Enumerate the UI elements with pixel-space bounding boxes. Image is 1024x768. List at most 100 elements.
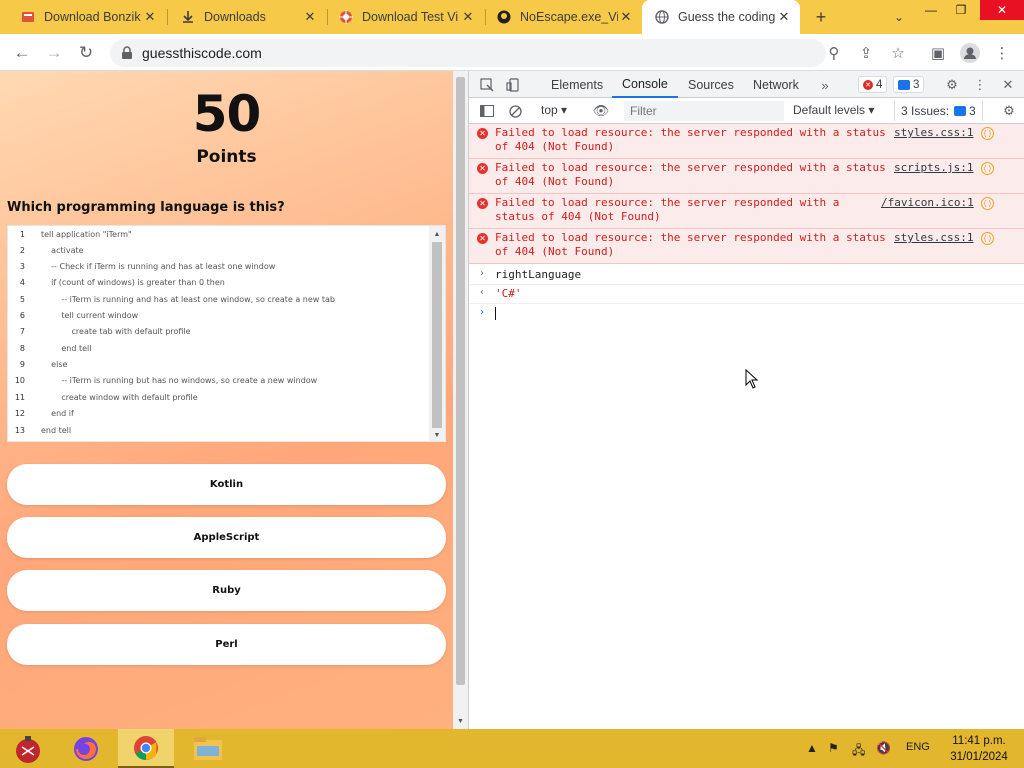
message-count-badge[interactable]: 3 bbox=[893, 76, 925, 93]
devtools-tab-console[interactable]: Console bbox=[612, 71, 678, 98]
browser-tab[interactable]: Downloads ✕ bbox=[168, 0, 326, 34]
devtools-tab-network[interactable]: Network bbox=[743, 71, 809, 98]
tab-title: Downloads bbox=[204, 10, 266, 24]
code-line: 8 end tell bbox=[19, 344, 92, 353]
code-line: 7 create tab with default profile bbox=[19, 327, 191, 336]
issues-button[interactable]: 3 Issues: 3 bbox=[894, 101, 983, 121]
menu-kebab-icon[interactable]: ⋮ bbox=[988, 39, 1016, 67]
minimize-button[interactable]: — bbox=[916, 0, 946, 20]
result-arrow-icon: ‹ bbox=[479, 287, 486, 298]
sidebar-toggle-icon[interactable] bbox=[477, 101, 497, 121]
show-hidden-icons-icon[interactable]: ▲ bbox=[806, 741, 818, 755]
console-prompt-row[interactable]: › bbox=[469, 305, 1024, 324]
answer-button-kotlin[interactable]: Kotlin bbox=[7, 464, 446, 505]
devtools-tab-elements[interactable]: Elements bbox=[541, 71, 613, 98]
close-tab-icon[interactable]: ✕ bbox=[618, 9, 634, 25]
code-line: 2 activate bbox=[19, 246, 84, 255]
error-icon: ✕ bbox=[477, 198, 488, 209]
scroll-down-arrow-icon[interactable]: ▼ bbox=[429, 428, 445, 441]
console-settings-gear-icon[interactable]: ⚙ bbox=[999, 101, 1019, 121]
lock-icon bbox=[122, 46, 132, 59]
code-scrollbar[interactable]: ▲ ▼ bbox=[429, 226, 445, 441]
close-tab-icon[interactable]: ✕ bbox=[460, 9, 476, 25]
devtools-tab-sources[interactable]: Sources bbox=[678, 71, 744, 98]
url-text: guessthiscode.com bbox=[142, 45, 262, 61]
tab-title: NoEscape.exe_Vi bbox=[520, 10, 618, 24]
action-center-flag-icon[interactable]: ⚑ bbox=[828, 741, 839, 755]
error-count-badge[interactable]: ✕ 4 bbox=[858, 76, 888, 93]
tab-title: Download Test Vi bbox=[362, 10, 459, 24]
browser-tab-active[interactable]: Guess the coding ✕ bbox=[642, 0, 800, 34]
answer-button-applescript[interactable]: AppleScript bbox=[7, 517, 446, 558]
reload-button[interactable]: ↻ bbox=[72, 39, 100, 67]
score-label: Points bbox=[196, 147, 257, 167]
scroll-up-arrow-icon[interactable]: ▲ bbox=[429, 227, 445, 241]
code-snippet[interactable]: 1 tell application "iTerm" 2 activate 3 -… bbox=[7, 225, 446, 442]
clear-console-icon[interactable] bbox=[505, 101, 525, 121]
firefox-app-icon[interactable] bbox=[58, 729, 114, 768]
volume-muted-icon[interactable]: 🔇 bbox=[876, 741, 891, 755]
console-error-row: ✕ Failed to load resource: the server re… bbox=[469, 194, 1024, 229]
back-button[interactable]: ← bbox=[8, 39, 36, 67]
bookmark-star-icon[interactable]: ☆ bbox=[884, 39, 912, 67]
question-heading: Which programming language is this? bbox=[7, 200, 285, 215]
close-tab-icon[interactable]: ✕ bbox=[142, 9, 158, 25]
profile-avatar[interactable] bbox=[956, 39, 984, 67]
browser-tab[interactable]: Download Bonzik ✕ bbox=[8, 0, 166, 34]
error-source-link[interactable]: styles.css:1 bbox=[894, 126, 973, 140]
answer-button-ruby[interactable]: Ruby bbox=[7, 570, 446, 611]
clock-date: 31/01/2024 bbox=[950, 751, 1008, 763]
error-source-link[interactable]: scripts.js:1 bbox=[894, 161, 973, 175]
scrollbar-thumb[interactable] bbox=[456, 77, 465, 685]
code-line: 5 -- iTerm is running and has at least o… bbox=[19, 295, 335, 304]
window-close-button[interactable]: ✕ bbox=[980, 0, 1024, 20]
console-error-row: ✕ Failed to load resource: the server re… bbox=[469, 159, 1024, 194]
close-tab-icon[interactable]: ✕ bbox=[776, 9, 792, 25]
side-panel-icon[interactable]: ▣ bbox=[924, 39, 952, 67]
log-levels-dropdown[interactable]: Default levels ▾ bbox=[793, 103, 874, 117]
address-bar[interactable]: guessthiscode.com bbox=[110, 39, 826, 67]
error-source-link[interactable]: /favicon.ico:1 bbox=[881, 196, 974, 210]
answer-button-perl[interactable]: Perl bbox=[7, 624, 446, 665]
system-clock[interactable]: 11:41 p.m. 31/01/2024 bbox=[943, 733, 1015, 765]
context-selector[interactable]: top ▾ bbox=[541, 103, 567, 117]
tab-search-chevron-icon[interactable]: ⌄ bbox=[886, 5, 912, 29]
live-expression-eye-icon[interactable]: 👁 bbox=[591, 101, 611, 121]
error-icon: ✕ bbox=[863, 79, 873, 90]
console-result: 'C#' bbox=[495, 287, 522, 300]
settings-gear-icon[interactable]: ⚙ bbox=[942, 75, 962, 95]
devtools-menu-kebab-icon[interactable]: ⋮ bbox=[970, 75, 990, 95]
devtools-panel: Elements Console Sources Network » ✕ 4 3 … bbox=[468, 71, 1024, 729]
new-tab-button[interactable]: + bbox=[808, 5, 834, 29]
tab-title: Guess the coding bbox=[678, 10, 776, 24]
forward-button[interactable]: → bbox=[40, 39, 68, 67]
error-source-link[interactable]: styles.css:1 bbox=[894, 231, 973, 245]
console-command: rightLanguage bbox=[495, 268, 582, 281]
input-language[interactable]: ENG bbox=[906, 741, 930, 753]
browser-tab[interactable]: Download Test Vi ✕ bbox=[326, 0, 484, 34]
console-filter-input[interactable] bbox=[624, 101, 784, 121]
clock-time: 11:41 p.m. bbox=[952, 735, 1006, 747]
restore-button[interactable]: ❐ bbox=[946, 0, 976, 20]
more-tabs-chevron-icon[interactable]: » bbox=[815, 75, 835, 95]
scrollbar-thumb[interactable] bbox=[432, 242, 442, 428]
chrome-app-icon[interactable] bbox=[118, 729, 174, 768]
source-file-icon: ⟨⟩ bbox=[981, 197, 994, 210]
file-explorer-app-icon[interactable] bbox=[180, 729, 236, 768]
share-icon[interactable]: ⇪ bbox=[852, 39, 880, 67]
mouse-pointer-icon bbox=[745, 369, 759, 389]
code-line: 13 end tell bbox=[14, 426, 72, 435]
browser-toolbar: ← → ↻ guessthiscode.com ⚲ ⇪ ☆ ▣ ⋮ bbox=[0, 34, 1024, 71]
browser-tab[interactable]: NoEscape.exe_Vi ✕ bbox=[484, 0, 642, 34]
inspect-element-icon[interactable] bbox=[477, 75, 497, 95]
console-output[interactable]: ✕ Failed to load resource: the server re… bbox=[469, 124, 1024, 729]
scroll-down-arrow-icon[interactable]: ▼ bbox=[453, 715, 468, 727]
network-icon[interactable]: 🖧 bbox=[852, 741, 865, 762]
zoom-icon[interactable]: ⚲ bbox=[820, 39, 848, 67]
page-scrollbar[interactable]: ▼ bbox=[453, 71, 468, 729]
device-toolbar-icon[interactable] bbox=[503, 75, 523, 95]
start-button[interactable] bbox=[0, 729, 56, 768]
close-devtools-icon[interactable]: ✕ bbox=[998, 75, 1018, 95]
code-line: 11 create window with default profile bbox=[14, 393, 198, 402]
close-tab-icon[interactable]: ✕ bbox=[302, 9, 318, 25]
